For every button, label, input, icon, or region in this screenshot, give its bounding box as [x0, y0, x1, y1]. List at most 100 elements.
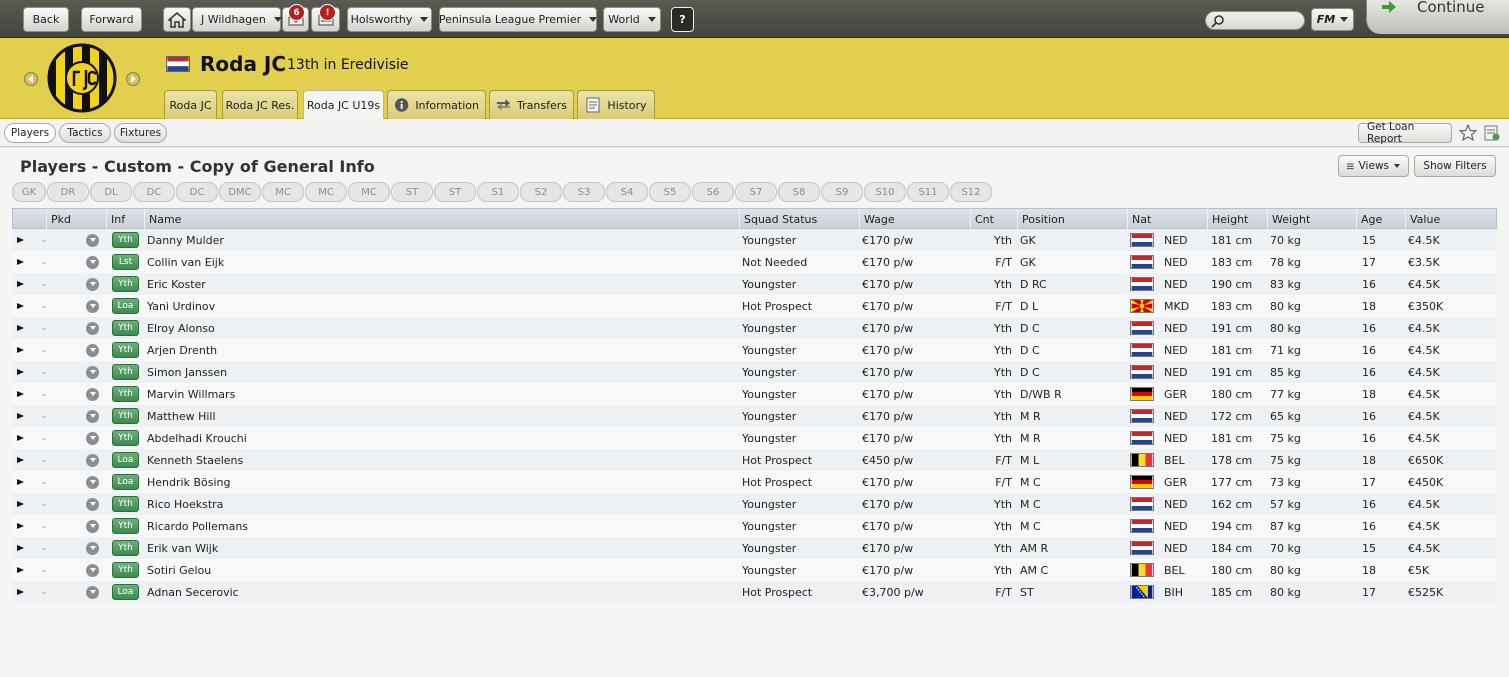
- row-player-name[interactable]: Elroy Alonso: [147, 317, 727, 339]
- row-select-arrow[interactable]: [17, 537, 37, 559]
- row-menu-button[interactable]: [86, 405, 102, 427]
- row-select-arrow[interactable]: [17, 251, 37, 273]
- table-row[interactable]: - Yth Matthew Hill Youngster €170 p/w Yth M R N…: [12, 405, 1497, 427]
- position-filter-pill[interactable]: S12: [950, 182, 992, 202]
- row-player-name[interactable]: Marvin Willmars: [147, 383, 727, 405]
- star-icon[interactable]: [1459, 124, 1477, 142]
- tab-first-team[interactable]: Roda JC: [164, 90, 217, 119]
- position-filter-pill[interactable]: DL: [90, 182, 132, 202]
- position-filter-pill[interactable]: S10: [864, 182, 906, 202]
- row-player-name[interactable]: Matthew Hill: [147, 405, 727, 427]
- row-player-name[interactable]: Yani Urdinov: [147, 295, 727, 317]
- col-age-header[interactable]: Age: [1356, 209, 1405, 230]
- position-filter-pill[interactable]: S5: [649, 182, 691, 202]
- row-player-name[interactable]: Rico Hoekstra: [147, 493, 727, 515]
- position-filter-pill[interactable]: S2: [520, 182, 562, 202]
- row-player-name[interactable]: Kenneth Staelens: [147, 449, 727, 471]
- fixtures-tab[interactable]: Fixtures: [114, 123, 167, 143]
- row-player-name[interactable]: Collin van Eijk: [147, 251, 727, 273]
- row-menu-button[interactable]: [86, 295, 102, 317]
- row-player-name[interactable]: Adnan Secerovic: [147, 581, 727, 603]
- row-select-arrow[interactable]: [17, 515, 37, 537]
- col-name-header[interactable]: Name: [144, 209, 739, 230]
- row-select-arrow[interactable]: [17, 383, 37, 405]
- position-filter-pill[interactable]: S11: [907, 182, 949, 202]
- col-value-header[interactable]: Value: [1405, 209, 1498, 230]
- fm-menu-button[interactable]: FM: [1311, 8, 1354, 31]
- tab-history[interactable]: History: [577, 90, 655, 119]
- row-menu-button[interactable]: [86, 471, 102, 493]
- row-menu-button[interactable]: [86, 515, 102, 537]
- position-filter-pill[interactable]: S4: [606, 182, 648, 202]
- table-row[interactable]: - Loa Yani Urdinov Hot Prospect €170 p/w F/T D…: [12, 295, 1497, 317]
- tab-information[interactable]: Information: [387, 90, 486, 119]
- tab-u19s[interactable]: Roda JC U19s: [303, 90, 384, 120]
- table-row[interactable]: - Yth Rico Hoekstra Youngster €170 p/w Yth M C…: [12, 493, 1497, 515]
- row-player-name[interactable]: Eric Koster: [147, 273, 727, 295]
- position-filter-pill[interactable]: DMC: [219, 182, 261, 202]
- back-button[interactable]: Back: [23, 7, 69, 32]
- position-filter-pill[interactable]: DC: [176, 182, 218, 202]
- col-position-header[interactable]: Position: [1017, 209, 1127, 230]
- col-squad-status-header[interactable]: Squad Status: [739, 209, 859, 230]
- row-select-arrow[interactable]: [17, 449, 37, 471]
- col-cnt-header[interactable]: Cnt: [970, 209, 1017, 230]
- col-inf-header[interactable]: Inf: [106, 209, 144, 230]
- position-filter-pill[interactable]: DR: [47, 182, 89, 202]
- tab-reserves[interactable]: Roda JC Res.: [222, 90, 298, 119]
- row-player-name[interactable]: Ricardo Pollemans: [147, 515, 727, 537]
- col-wage-header[interactable]: Wage: [859, 209, 970, 230]
- position-filter-pill[interactable]: S8: [778, 182, 820, 202]
- row-select-arrow[interactable]: [17, 273, 37, 295]
- col-weight-header[interactable]: Weight: [1267, 209, 1356, 230]
- get-loan-report-button[interactable]: Get Loan Report: [1358, 121, 1452, 145]
- club-dropdown[interactable]: Holsworthy: [347, 7, 432, 32]
- row-menu-button[interactable]: [86, 251, 102, 273]
- row-menu-button[interactable]: [86, 339, 102, 361]
- row-player-name[interactable]: Abdelhadi Krouchi: [147, 427, 727, 449]
- continue-button[interactable]: Continue: [1366, 0, 1509, 34]
- row-menu-button[interactable]: [86, 361, 102, 383]
- table-row[interactable]: - Loa Kenneth Staelens Hot Prospect €450 p/w…: [12, 449, 1497, 471]
- row-select-arrow[interactable]: [17, 295, 37, 317]
- row-player-name[interactable]: Danny Mulder: [147, 229, 727, 251]
- position-filter-pill[interactable]: S6: [692, 182, 734, 202]
- table-row[interactable]: - Yth Ricardo Pollemans Youngster €170 p/w Yt…: [12, 515, 1497, 537]
- table-row[interactable]: - Yth Abdelhadi Krouchi Youngster €170 p/w Yt…: [12, 427, 1497, 449]
- row-select-arrow[interactable]: [17, 471, 37, 493]
- table-row[interactable]: - Lst Collin van Eijk Not Needed €170 p/w F/T…: [12, 251, 1497, 273]
- row-player-name[interactable]: Simon Janssen: [147, 361, 727, 383]
- prev-club-icon[interactable]: [24, 72, 38, 86]
- position-filter-pill[interactable]: MC: [262, 182, 304, 202]
- position-filter-pill[interactable]: S1: [477, 182, 519, 202]
- row-menu-button[interactable]: [86, 581, 102, 603]
- home-button[interactable]: [163, 7, 191, 32]
- row-menu-button[interactable]: [86, 493, 102, 515]
- position-filter-pill[interactable]: GK: [12, 182, 46, 202]
- position-filter-pill[interactable]: DC: [133, 182, 175, 202]
- table-row[interactable]: - Yth Elroy Alonso Youngster €170 p/w Yth D C N…: [12, 317, 1497, 339]
- row-player-name[interactable]: Arjen Drenth: [147, 339, 727, 361]
- table-row[interactable]: - Yth Arjen Drenth Youngster €170 p/w Yth D C N…: [12, 339, 1497, 361]
- table-row[interactable]: - Yth Sotiri Gelou Youngster €170 p/w Yth AM C…: [12, 559, 1497, 581]
- row-menu-button[interactable]: [86, 537, 102, 559]
- row-menu-button[interactable]: [86, 559, 102, 581]
- world-dropdown[interactable]: World: [603, 7, 661, 32]
- show-filters-button[interactable]: Show Filters: [1414, 155, 1496, 177]
- row-select-arrow[interactable]: [17, 361, 37, 383]
- row-player-name[interactable]: Hendrik Bösing: [147, 471, 727, 493]
- row-select-arrow[interactable]: [17, 581, 37, 603]
- table-row[interactable]: - Loa Hendrik Bösing Hot Prospect €170 p/w F/…: [12, 471, 1497, 493]
- table-row[interactable]: - Yth Erik van Wijk Youngster €170 p/w Yth AM …: [12, 537, 1497, 559]
- row-select-arrow[interactable]: [17, 229, 37, 251]
- row-select-arrow[interactable]: [17, 339, 37, 361]
- position-filter-pill[interactable]: S9: [821, 182, 863, 202]
- table-row[interactable]: - Yth Eric Koster Youngster €170 p/w Yth D RC N…: [12, 273, 1497, 295]
- position-filter-pill[interactable]: S7: [735, 182, 777, 202]
- players-tab[interactable]: Players: [4, 123, 56, 143]
- row-select-arrow[interactable]: [17, 559, 37, 581]
- col-pkd-header[interactable]: Pkd: [46, 209, 106, 230]
- help-button[interactable]: ?: [671, 7, 694, 32]
- row-player-name[interactable]: Erik van Wijk: [147, 537, 727, 559]
- row-select-arrow[interactable]: [17, 317, 37, 339]
